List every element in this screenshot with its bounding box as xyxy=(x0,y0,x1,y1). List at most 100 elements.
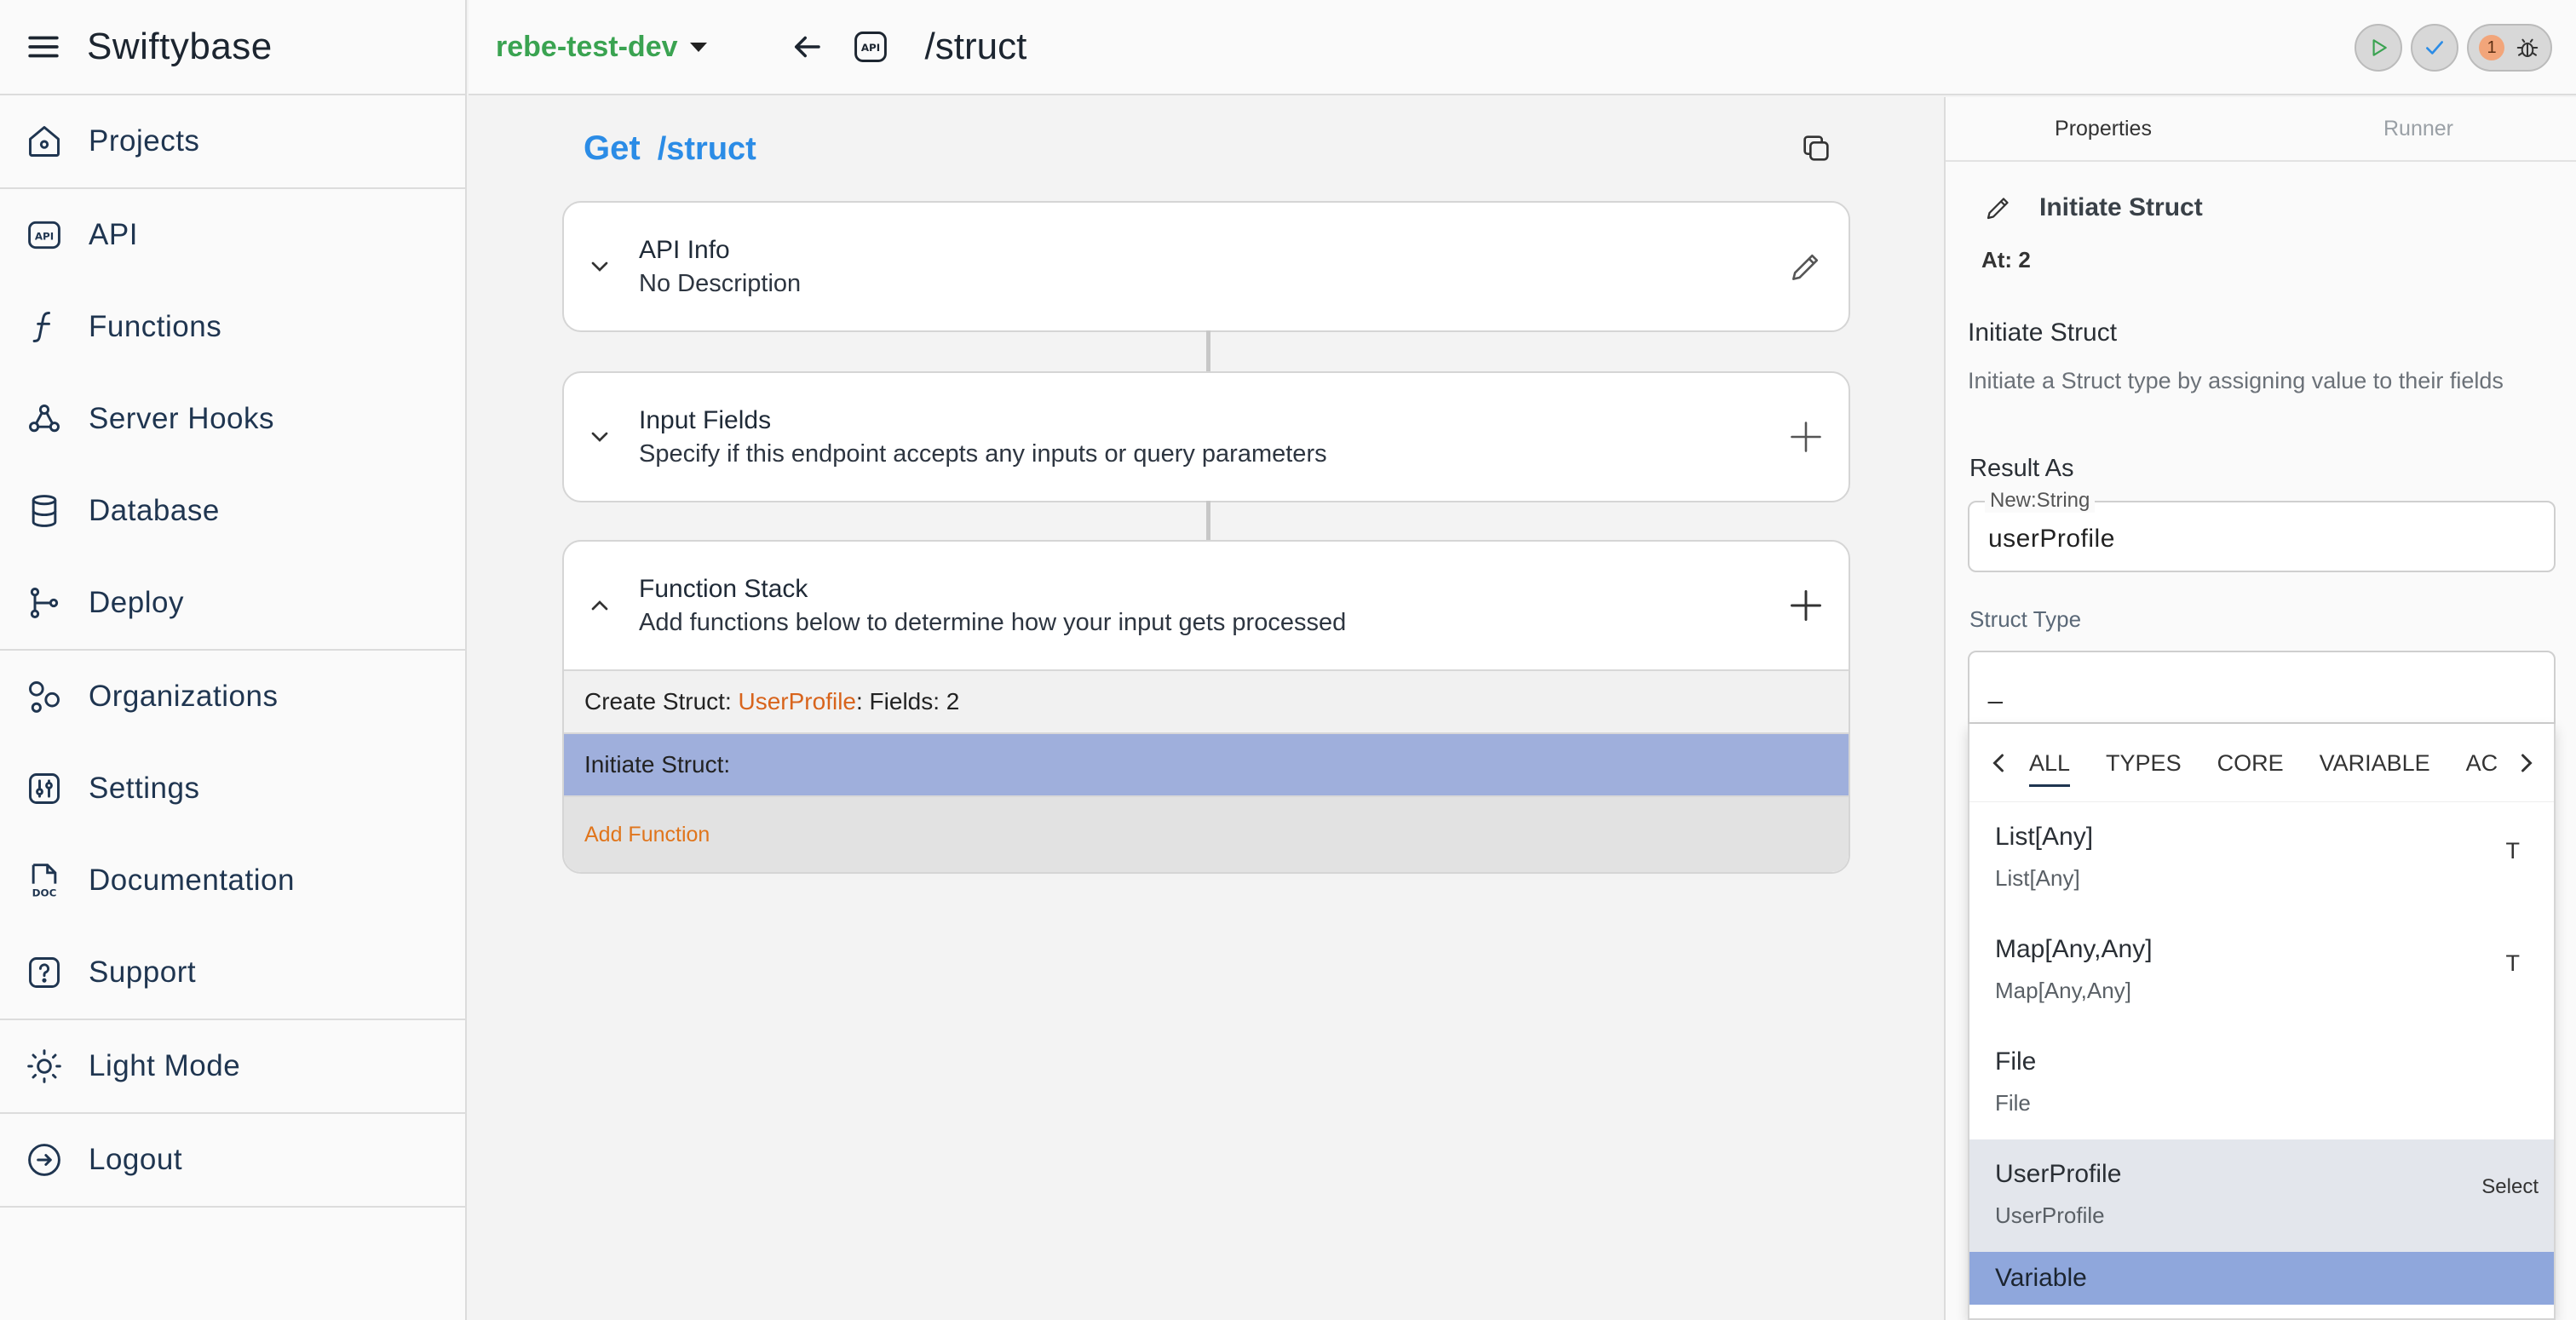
hamburger-menu-icon[interactable] xyxy=(26,29,61,65)
git-branch-icon xyxy=(30,588,59,618)
sidebar-item-api[interactable]: API API xyxy=(0,189,465,281)
edit-pencil-icon[interactable] xyxy=(1787,248,1825,285)
result-variable-input[interactable] xyxy=(1988,525,2533,554)
debug-button[interactable]: 1 xyxy=(2467,24,2552,72)
check-icon xyxy=(2426,41,2443,55)
group-label: Variable xyxy=(1995,1264,2087,1292)
struct-type-dropdown: ALL TYPES CORE VARIABLE AC List[Any] Lis… xyxy=(1968,724,2556,1320)
svg-text:API: API xyxy=(860,42,879,54)
sidebar-item-projects[interactable]: Projects xyxy=(0,95,465,187)
sidebar-item-organizations[interactable]: Organizations xyxy=(0,651,465,743)
dropdown-group-variable[interactable]: Variable xyxy=(1969,1252,2554,1305)
tab-properties[interactable]: Properties xyxy=(1946,97,2261,160)
svg-text:DOC: DOC xyxy=(32,887,57,898)
struct-name-link[interactable]: UserProfile xyxy=(739,688,856,715)
dropdown-option-userprofile[interactable]: UserProfile UserProfile Select xyxy=(1969,1139,2554,1252)
chevron-down-icon[interactable] xyxy=(586,423,613,451)
function-description: Initiate a Struct type by assigning valu… xyxy=(1968,368,2504,393)
api-info-header[interactable]: API Info No Description xyxy=(564,203,1849,330)
option-type-tag: T xyxy=(2505,950,2521,976)
database-icon xyxy=(32,495,57,527)
dropdown-tabs: ALL TYPES CORE VARIABLE AC xyxy=(1969,724,2554,802)
sidebar-item-label: Functions xyxy=(89,310,222,343)
add-input-plus-icon[interactable] xyxy=(1787,418,1825,456)
endpoint-title: Get /struct xyxy=(584,129,756,168)
sidebar-item-database[interactable]: Database xyxy=(0,465,465,557)
top-bar: rebe-test-dev API /struct 1 xyxy=(469,0,2576,95)
help-icon xyxy=(29,957,60,988)
sidebar-item-logout[interactable]: Logout xyxy=(0,1114,465,1206)
dropdown-tab-all[interactable]: ALL xyxy=(2029,745,2071,787)
sidebar: Swiftybase Projects API API Functions Se… xyxy=(0,0,467,1320)
tab-runner[interactable]: Runner xyxy=(2261,97,2576,160)
sidebar-item-server-hooks[interactable]: Server Hooks xyxy=(0,373,465,465)
card-title: Function Stack xyxy=(639,574,808,603)
back-arrow-icon[interactable] xyxy=(789,29,825,65)
sun-icon xyxy=(27,1049,61,1083)
sidebar-item-label: Projects xyxy=(89,124,200,158)
chevron-left-icon[interactable] xyxy=(1983,748,2014,778)
function-stack-header[interactable]: Function Stack Add functions below to de… xyxy=(564,542,1849,669)
environment-selector[interactable]: rebe-test-dev xyxy=(496,31,707,64)
add-function-label: Add Function xyxy=(584,822,710,847)
environment-name: rebe-test-dev xyxy=(496,30,678,63)
option-subtitle: File xyxy=(1995,1090,2031,1116)
option-type-tag: T xyxy=(2505,838,2521,864)
brand-header: Swiftybase xyxy=(0,0,465,95)
option-subtitle: UserProfile xyxy=(1995,1202,2105,1228)
chevron-up-icon[interactable] xyxy=(586,592,613,619)
api-icon: API xyxy=(854,32,887,62)
sidebar-item-settings[interactable]: Settings xyxy=(0,743,465,835)
dropdown-option-file[interactable]: File File xyxy=(1969,1027,2554,1139)
dropdown-tab-types[interactable]: TYPES xyxy=(2106,745,2182,782)
dropdown-option-list-any[interactable]: List[Any] List[Any] T xyxy=(1969,802,2554,915)
sidebar-item-label: Database xyxy=(89,494,220,527)
function-icon xyxy=(32,312,50,342)
struct-type-label: Struct Type xyxy=(1969,606,2082,632)
pencil-icon[interactable] xyxy=(1983,192,2014,223)
sidebar-item-label: Light Mode xyxy=(89,1049,241,1082)
dropdown-tab-overflow[interactable]: AC xyxy=(2466,745,2498,782)
dropdown-tab-variable[interactable]: VARIABLE xyxy=(2320,745,2430,782)
struct-type-select[interactable]: _ xyxy=(1968,651,2556,724)
option-name: UserProfile xyxy=(1995,1160,2122,1188)
row-suffix: : Fields: 2 xyxy=(856,688,960,715)
input-fields-header[interactable]: Input Fields Specify if this endpoint ac… xyxy=(564,373,1849,501)
play-icon xyxy=(2372,39,2387,56)
add-function-button[interactable]: Add Function xyxy=(564,795,1849,872)
flow-connector xyxy=(1206,501,1210,540)
option-subtitle: Map[Any,Any] xyxy=(1995,978,2131,1003)
function-row-create-struct[interactable]: Create Struct: UserProfile : Fields: 2 xyxy=(564,669,1849,732)
http-method: Get xyxy=(584,129,641,167)
logout-icon xyxy=(28,1144,60,1176)
chevron-right-icon[interactable] xyxy=(2511,748,2542,778)
caret-down-icon xyxy=(689,42,707,52)
panel-tabs: Properties Runner xyxy=(1946,97,2576,162)
result-as-field[interactable]: New:String xyxy=(1968,489,2556,572)
panel-title: Initiate Struct xyxy=(2039,193,2203,221)
validate-button[interactable] xyxy=(2411,24,2458,72)
dropdown-tab-core[interactable]: CORE xyxy=(2217,745,2284,782)
add-function-plus-icon[interactable] xyxy=(1787,587,1825,624)
sidebar-item-label: API xyxy=(89,218,138,251)
select-hint: Select xyxy=(2481,1175,2539,1198)
sidebar-item-support[interactable]: Support xyxy=(0,927,465,1019)
sidebar-item-label: Documentation xyxy=(89,864,295,897)
chevron-down-icon[interactable] xyxy=(586,253,613,280)
bug-icon xyxy=(2516,38,2539,57)
sidebar-item-light-mode[interactable]: Light Mode xyxy=(0,1020,465,1112)
organizations-icon xyxy=(29,681,60,713)
copy-icon[interactable] xyxy=(1799,131,1833,165)
sidebar-item-documentation[interactable]: DOC Documentation xyxy=(0,835,465,927)
run-button[interactable] xyxy=(2355,24,2402,72)
input-fields-card: Input Fields Specify if this endpoint ac… xyxy=(562,371,1850,502)
sidebar-item-functions[interactable]: Functions xyxy=(0,281,465,373)
notification-count-badge: 1 xyxy=(2479,35,2504,60)
panel-header: Initiate Struct xyxy=(1983,192,2203,223)
function-row-initiate-struct[interactable]: Initiate Struct: xyxy=(564,732,1849,795)
api-info-card: API Info No Description xyxy=(562,201,1850,332)
position-label: At: 2 xyxy=(1981,247,2031,273)
dropdown-option-map-any[interactable]: Map[Any,Any] Map[Any,Any] T xyxy=(1969,915,2554,1027)
sidebar-item-deploy[interactable]: Deploy xyxy=(0,557,465,649)
card-subtitle: No Description xyxy=(639,269,802,297)
